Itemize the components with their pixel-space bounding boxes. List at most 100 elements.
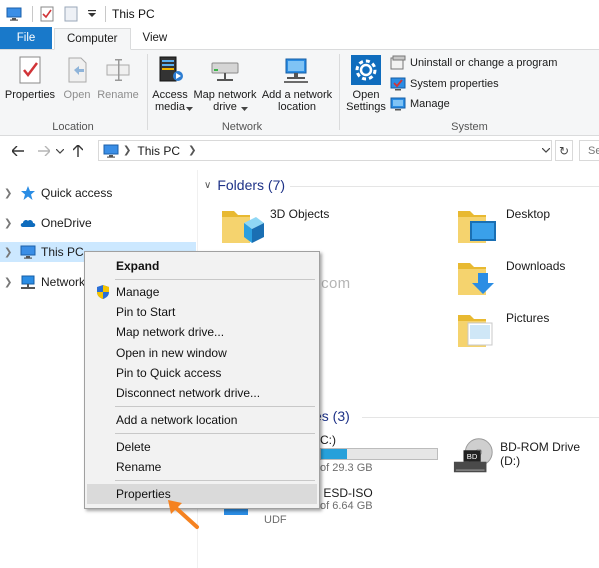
menu-item-pin-to-start[interactable]: Pin to Start bbox=[87, 302, 317, 322]
computer-icon bbox=[20, 245, 36, 259]
context-menu: Expand Manage Pin to Start Map network d… bbox=[84, 251, 320, 509]
network-group-label: Network bbox=[221, 121, 263, 133]
new-folder-quick-icon[interactable] bbox=[63, 6, 79, 22]
access-media-button[interactable]: Access media bbox=[150, 54, 193, 113]
customize-toolbar-icon[interactable] bbox=[87, 6, 97, 22]
nav-item-onedrive[interactable]: ❯ OneDrive bbox=[0, 213, 196, 233]
add-location-label-2: location bbox=[278, 101, 316, 113]
menu-item-add-network-location[interactable]: Add a network location bbox=[87, 410, 317, 430]
address-path: This PC bbox=[137, 143, 181, 158]
rename-button[interactable]: Rename bbox=[96, 54, 140, 101]
chevron-right-icon[interactable]: ❯ bbox=[4, 188, 20, 199]
manage-button[interactable]: Manage bbox=[390, 95, 450, 113]
menu-item-map-network-drive[interactable]: Map network drive... bbox=[87, 322, 317, 342]
search-input[interactable]: Se bbox=[579, 140, 599, 161]
bd-icon-text: BD bbox=[467, 452, 478, 461]
drive-esd-label: ) ESD-ISO bbox=[316, 486, 373, 500]
recent-locations-button[interactable] bbox=[54, 141, 66, 161]
system-properties-button[interactable]: System properties bbox=[390, 75, 499, 93]
section-divider bbox=[290, 186, 599, 187]
add-location-label-1: Add a network bbox=[261, 89, 333, 101]
chevron-right-icon: ❯ bbox=[188, 145, 197, 156]
folder-label: 3D Objects bbox=[270, 207, 330, 221]
folder-desktop[interactable]: Desktop bbox=[456, 205, 550, 245]
drive-esd-size: of 6.64 GB bbox=[320, 500, 373, 512]
folder-3d-objects[interactable]: 3D Objects bbox=[220, 205, 329, 245]
drive-c-usage-bar bbox=[320, 448, 438, 460]
tab-file[interactable]: File bbox=[0, 27, 52, 49]
menu-item-manage[interactable]: Manage bbox=[87, 282, 317, 302]
title-separator bbox=[32, 6, 33, 22]
nav-item-quick-access[interactable]: ❯ Quick access bbox=[0, 183, 196, 203]
folder-label: Downloads bbox=[506, 259, 566, 273]
folder-desktop-icon bbox=[458, 211, 496, 243]
menu-item-pin-quick-access[interactable]: Pin to Quick access bbox=[87, 363, 317, 383]
open-label: Open bbox=[63, 89, 91, 101]
title-separator-2 bbox=[105, 6, 106, 22]
menu-item-disconnect-drive[interactable]: Disconnect network drive... bbox=[87, 383, 317, 403]
system-group: Open Settings Uninstall or change a prog… bbox=[340, 50, 599, 136]
folder-pictures[interactable]: Pictures bbox=[456, 309, 549, 349]
map-drive-label-2: drive bbox=[213, 101, 237, 113]
drive-c-size: of 29.3 GB bbox=[320, 462, 373, 474]
pointer-arrow-icon bbox=[168, 500, 199, 529]
uac-shield-icon bbox=[97, 285, 109, 299]
folders-header-label: Folders (7) bbox=[217, 177, 286, 193]
tab-view[interactable]: View bbox=[131, 27, 180, 49]
up-arrow-icon bbox=[73, 145, 83, 157]
folder-3d-objects-icon bbox=[222, 211, 264, 243]
uninstall-program-button[interactable]: Uninstall or change a program bbox=[390, 54, 557, 72]
chevron-right-icon: ❯ bbox=[123, 145, 132, 156]
map-network-drive-button[interactable]: Map network drive bbox=[192, 54, 258, 113]
star-icon bbox=[21, 186, 35, 200]
menu-item-open-new-window[interactable]: Open in new window bbox=[87, 343, 317, 363]
nav-item-label: This PC bbox=[41, 245, 84, 259]
forward-button[interactable] bbox=[34, 141, 54, 161]
menu-item-expand[interactable]: Expand bbox=[87, 256, 317, 276]
folder-label: Desktop bbox=[506, 207, 551, 221]
open-settings-button[interactable]: Open Settings bbox=[344, 54, 388, 113]
add-network-location-button[interactable]: Add a network location bbox=[260, 54, 334, 113]
settings-gear-icon bbox=[351, 55, 381, 85]
folders-section-header[interactable]: ∨ Folders (7) bbox=[204, 177, 285, 193]
access-media-label-1: Access bbox=[152, 89, 188, 101]
menu-item-delete[interactable]: Delete bbox=[87, 437, 317, 457]
address-bar[interactable]: ❯ This PC ❯ bbox=[98, 140, 552, 161]
ribbon-tabs: File Computer View bbox=[0, 27, 599, 50]
bd-rom-drive-icon: BD bbox=[453, 438, 493, 473]
properties-quick-icon[interactable] bbox=[39, 6, 55, 22]
system-properties-icon bbox=[390, 77, 406, 91]
tab-computer[interactable]: Computer bbox=[54, 28, 131, 50]
chevron-right-icon[interactable]: ❯ bbox=[4, 218, 20, 229]
menu-item-rename[interactable]: Rename bbox=[87, 457, 317, 477]
open-button[interactable]: Open bbox=[60, 54, 94, 101]
drive-bd-label: BD-ROM Drive (D:) bbox=[500, 440, 581, 468]
chevron-down-icon bbox=[241, 107, 248, 111]
menu-separator bbox=[115, 279, 315, 280]
drive-c-label: C:) bbox=[320, 433, 336, 447]
back-button[interactable] bbox=[8, 141, 28, 161]
back-arrow-icon bbox=[12, 146, 24, 156]
refresh-button[interactable]: ↻ bbox=[555, 140, 573, 161]
menu-separator bbox=[115, 406, 315, 407]
network-icon bbox=[21, 275, 35, 289]
menu-separator bbox=[115, 480, 315, 481]
drive-c-usage-fill bbox=[321, 449, 347, 459]
network-location-icon bbox=[284, 58, 308, 83]
computer-icon[interactable] bbox=[6, 6, 22, 22]
drive-bd-rom[interactable]: BD BD-ROM Drive (D:) bbox=[452, 436, 599, 476]
up-button[interactable] bbox=[68, 141, 88, 161]
menu-item-properties[interactable]: Properties bbox=[87, 484, 317, 504]
properties-button[interactable]: Properties bbox=[4, 54, 56, 101]
nav-item-label: Network bbox=[41, 275, 86, 289]
refresh-icon: ↻ bbox=[558, 143, 570, 158]
chevron-right-icon[interactable]: ❯ bbox=[4, 247, 20, 258]
forward-arrow-icon bbox=[38, 146, 50, 156]
chevron-right-icon[interactable]: ❯ bbox=[4, 277, 20, 288]
rename-label: Rename bbox=[97, 89, 139, 101]
folder-downloads[interactable]: Downloads bbox=[456, 257, 565, 297]
address-dropdown-button[interactable] bbox=[538, 140, 553, 161]
chevron-down-icon bbox=[56, 148, 64, 154]
open-icon bbox=[68, 57, 87, 83]
network-drive-icon bbox=[211, 62, 239, 81]
